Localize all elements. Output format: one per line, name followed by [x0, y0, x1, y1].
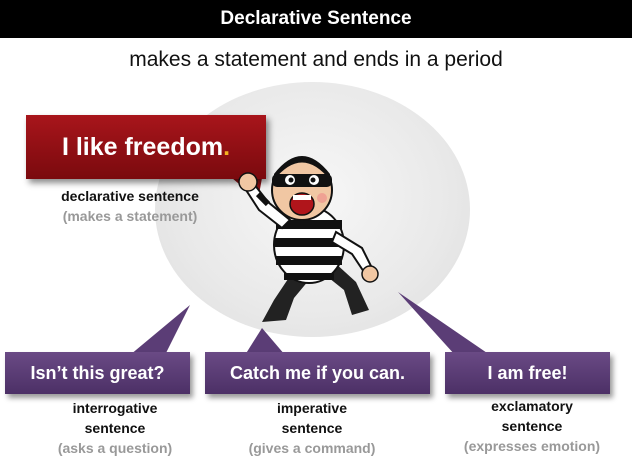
- imperative-type: imperative: [276, 400, 348, 416]
- exclamatory-word: sentence: [501, 418, 563, 434]
- interrogative-caption: interrogative sentence (asks a question): [15, 398, 215, 458]
- exclamatory-box: I am free!: [445, 352, 610, 394]
- imperative-example-text: Catch me if you can.: [229, 363, 406, 383]
- exclamatory-example-text: I am free!: [487, 363, 568, 383]
- imperative-box: Catch me if you can.: [205, 352, 430, 394]
- main-caption-type: declarative sentence: [61, 188, 199, 204]
- exclamatory-type: exclamatory: [491, 398, 573, 414]
- interrogative-type: interrogative: [72, 400, 158, 416]
- interrogative-word: sentence: [84, 420, 146, 436]
- robber-illustration: [238, 156, 379, 322]
- pointer-imperative: [245, 328, 285, 355]
- main-caption: declarative sentence (makes a statement): [30, 186, 230, 226]
- imperative-word: sentence: [281, 420, 343, 436]
- main-caption-desc: (makes a statement): [62, 208, 198, 224]
- interrogative-example-text: Isn’t this great?: [30, 363, 165, 383]
- imperative-desc: (gives a command): [248, 440, 376, 456]
- main-example-text: I like freedom: [61, 133, 224, 161]
- exclamatory-desc: (expresses emotion): [463, 438, 601, 454]
- pointer-exclamatory: [398, 292, 490, 355]
- exclamatory-caption: exclamatory sentence (expresses emotion): [432, 396, 632, 456]
- pointer-interrogative: [130, 305, 190, 355]
- imperative-caption: imperative sentence (gives a command): [212, 398, 412, 458]
- interrogative-box: Isn’t this great?: [5, 352, 190, 394]
- interrogative-desc: (asks a question): [57, 440, 173, 456]
